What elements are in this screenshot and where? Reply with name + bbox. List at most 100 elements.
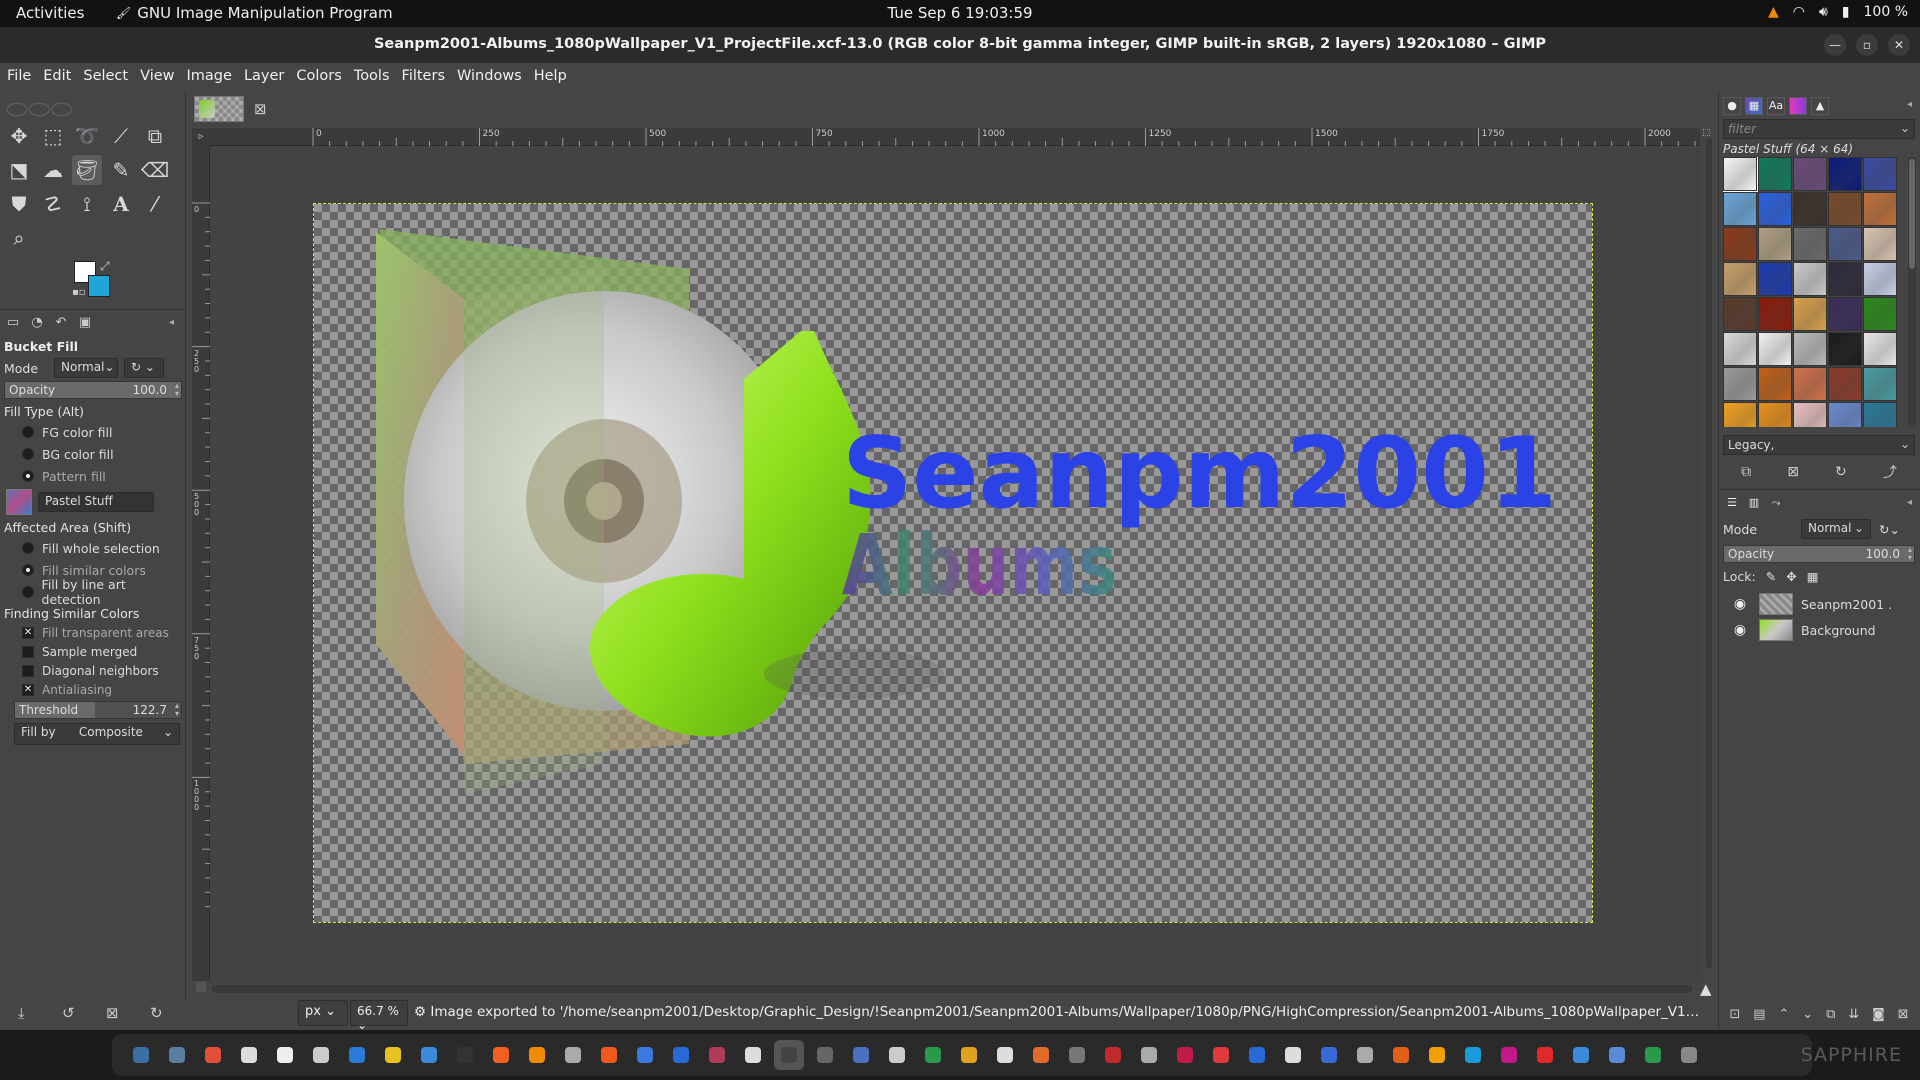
affected-lineart[interactable]: Fill by line art detection: [42, 577, 182, 607]
duplicate-pattern-icon[interactable]: ⧉: [1741, 464, 1751, 480]
pattern-swatch[interactable]: [1828, 227, 1862, 261]
background-color-swatch[interactable]: [88, 275, 110, 297]
pattern-swatch[interactable]: [1863, 402, 1897, 427]
menu-select[interactable]: Select: [77, 63, 134, 91]
dock-app-icon[interactable]: [1494, 1040, 1524, 1070]
pattern-swatch[interactable]: [1828, 297, 1862, 331]
dock-app-icon[interactable]: [162, 1040, 192, 1070]
threshold-slider[interactable]: Threshold 122.7 ▴ ▾: [14, 701, 182, 719]
pattern-swatch[interactable]: [1758, 157, 1792, 191]
dock-app-icon[interactable]: [1278, 1040, 1308, 1070]
spin-arrows-icon[interactable]: ▴ ▾: [175, 382, 179, 398]
bucket-fill-tool-icon[interactable]: 🪣︎: [72, 155, 102, 185]
opt-antialiasing[interactable]: Antialiasing: [42, 683, 112, 697]
dock-config-icon[interactable]: ◂: [1907, 497, 1912, 508]
vertical-scrollbar-track[interactable]: [1706, 138, 1712, 968]
raise-layer-icon[interactable]: ⌃: [1778, 1007, 1789, 1022]
layer-row[interactable]: ◉ Background: [1723, 617, 1915, 643]
pattern-name-field[interactable]: Pastel Stuff: [38, 492, 154, 512]
pattern-swatch[interactable]: [1863, 297, 1897, 331]
dock-app-icon[interactable]: [126, 1040, 156, 1070]
mask-layer-icon[interactable]: ◙: [1872, 1007, 1885, 1022]
delete-pattern-icon[interactable]: ⊠: [1787, 464, 1799, 480]
pattern-swatch[interactable]: [1828, 157, 1862, 191]
dock-app-icon[interactable]: [450, 1040, 480, 1070]
pattern-filter-input[interactable]: filter ⌄: [1723, 119, 1915, 139]
dock-app-icon[interactable]: [1350, 1040, 1380, 1070]
dock-app-icon[interactable]: [1242, 1040, 1272, 1070]
pattern-swatch[interactable]: [1758, 262, 1792, 296]
dock-app-icon[interactable]: [666, 1040, 696, 1070]
horizontal-ruler[interactable]: 0 250 500 750 1000 1250 1500 1750 2000: [210, 128, 1700, 146]
pattern-swatch[interactable]: [1758, 297, 1792, 331]
layer-row[interactable]: ◉ Seanpm2001 .: [1723, 591, 1915, 617]
pattern-swatch[interactable]: [1723, 227, 1757, 261]
panel-config-icon[interactable]: ◂: [169, 317, 174, 328]
menu-colors[interactable]: Colors: [290, 63, 347, 91]
dock-app-icon[interactable]: [1530, 1040, 1560, 1070]
brushes-tab-icon[interactable]: ●: [1723, 97, 1741, 115]
pattern-swatch[interactable]: [1828, 332, 1862, 366]
lock-position-icon[interactable]: ✥: [1786, 569, 1796, 584]
dock-app-icon[interactable]: [774, 1040, 804, 1070]
pattern-swatch[interactable]: [1793, 262, 1827, 296]
tool-presets-tab-icon[interactable]: ▲: [1811, 97, 1829, 115]
minimize-button[interactable]: —: [1824, 34, 1846, 56]
swap-colors-icon[interactable]: ⤢: [100, 259, 110, 274]
pattern-swatch[interactable]: [1863, 332, 1897, 366]
dock-app-icon[interactable]: [594, 1040, 624, 1070]
dock-app-icon[interactable]: [702, 1040, 732, 1070]
radio-whole-selection[interactable]: [22, 542, 34, 554]
checkbox-sample-merged[interactable]: [22, 645, 34, 658]
menu-file[interactable]: File: [0, 63, 37, 91]
zoom-tool-icon[interactable]: ⌕: [4, 223, 34, 253]
maximize-button[interactable]: ▫: [1856, 34, 1878, 56]
dock-app-icon[interactable]: [954, 1040, 984, 1070]
menu-layer[interactable]: Layer: [238, 63, 290, 91]
app-menu[interactable]: 🖌 GNU Image Manipulation Program: [116, 4, 393, 22]
layers-tab-icon[interactable]: ☰: [1723, 495, 1741, 513]
opt-fill-transparent[interactable]: Fill transparent areas: [42, 626, 169, 640]
pattern-swatch[interactable]: [1793, 332, 1827, 366]
color-picker-tool-icon[interactable]: ⁄: [140, 189, 170, 219]
pattern-swatch[interactable]: [1863, 192, 1897, 226]
pattern-swatch[interactable]: [1828, 192, 1862, 226]
move-tool-icon[interactable]: ✥: [4, 121, 34, 151]
new-layer-group-icon[interactable]: ▤: [1753, 1007, 1765, 1022]
dock-app-icon[interactable]: [1026, 1040, 1056, 1070]
dock-app-icon[interactable]: [738, 1040, 768, 1070]
pattern-swatch[interactable]: [1793, 157, 1827, 191]
fill-type-bg[interactable]: BG color fill: [42, 447, 114, 462]
close-image-tab-icon[interactable]: ⊠: [254, 100, 267, 118]
layers-mode-reset-icon[interactable]: ↻⌄: [1879, 522, 1900, 537]
mode-select[interactable]: Normal ⌄: [54, 358, 118, 378]
dock-app-icon[interactable]: [1098, 1040, 1128, 1070]
dock-app-icon[interactable]: [1170, 1040, 1200, 1070]
window-title-bar[interactable]: Seanpm2001-Albums_1080pWallpaper_V1_Proj…: [0, 27, 1920, 63]
quick-mask-icon[interactable]: ⬚: [1702, 128, 1711, 138]
pattern-swatch[interactable]: [1723, 367, 1757, 401]
paths-tab-icon[interactable]: ⤳: [1767, 495, 1785, 513]
lower-layer-icon[interactable]: ⌄: [1802, 1007, 1813, 1022]
pattern-preview[interactable]: [6, 489, 32, 515]
image-canvas[interactable]: Seanpm2001 Albums: [313, 203, 1593, 923]
dock-app-icon[interactable]: [414, 1040, 444, 1070]
horizontal-scrollbar-track[interactable]: [212, 985, 1692, 993]
open-pattern-icon[interactable]: ⤴: [1883, 462, 1897, 482]
pattern-swatch[interactable]: [1828, 367, 1862, 401]
channels-tab-icon[interactable]: ▥: [1745, 495, 1763, 513]
save-icon[interactable]: ⤓: [18, 1004, 25, 1022]
dock-app-icon[interactable]: [630, 1040, 660, 1070]
lock-pixels-icon[interactable]: ✎: [1766, 569, 1776, 584]
pattern-swatch[interactable]: [1723, 297, 1757, 331]
dock-app-icon[interactable]: [990, 1040, 1020, 1070]
ruler-corner-icon[interactable]: ▹: [192, 128, 210, 146]
dock-app-icon[interactable]: [1134, 1040, 1164, 1070]
dock-app-icon[interactable]: [1458, 1040, 1488, 1070]
undo-icon[interactable]: ↺: [62, 1004, 75, 1022]
paths-tool-icon[interactable]: ⟟: [72, 189, 102, 219]
checkbox-fill-transparent[interactable]: ✕: [22, 626, 34, 639]
fill-type-fg[interactable]: FG color fill: [42, 425, 112, 440]
unified-transform-tool-icon[interactable]: ⬔: [4, 155, 34, 185]
dock-app-icon[interactable]: [918, 1040, 948, 1070]
